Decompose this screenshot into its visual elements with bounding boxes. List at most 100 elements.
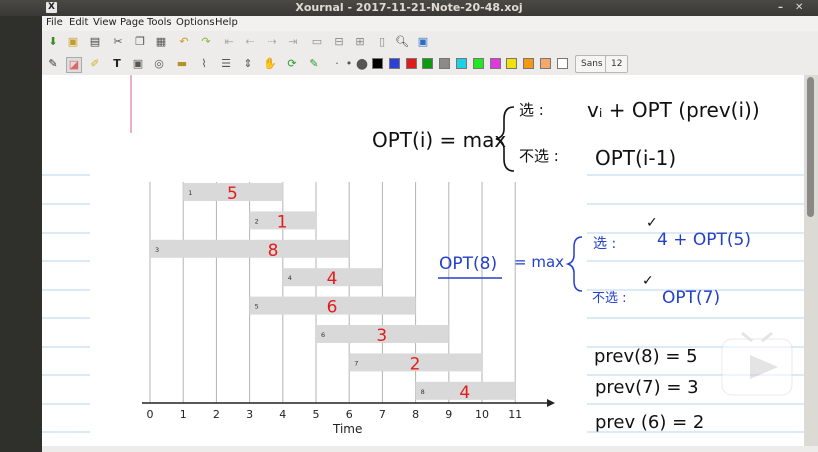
color-swatch[interactable] (556, 58, 568, 69)
default-tool-icon[interactable]: ⟳ (285, 57, 299, 71)
formula-lhs: OPT(i) = max (372, 128, 506, 152)
next-page-icon[interactable]: ⇢ (265, 35, 279, 49)
color-swatch[interactable] (489, 58, 501, 69)
prev-list: prev(8) = 5 prev(7) = 3 prev (6) = 2 (594, 346, 704, 433)
color-swatch[interactable] (456, 58, 467, 69)
pen-icon[interactable]: ✎ (46, 57, 60, 71)
zoom-out-icon[interactable]: ⊟ (332, 35, 346, 49)
menu-help[interactable]: Help (215, 17, 238, 28)
copy-icon[interactable]: ❐ (133, 35, 147, 49)
x-tick-label: 5 (313, 408, 320, 421)
rect-select-icon[interactable]: ☰ (219, 57, 233, 71)
formula-not-choose-label: 不选 : (519, 147, 559, 165)
interval-id-label: 2 (255, 217, 259, 225)
menu-edit[interactable]: Edit (69, 17, 88, 28)
formula-not-choose-expr: OPT(i-1) (595, 146, 676, 170)
medium-line-icon[interactable]: • (342, 57, 356, 71)
save-icon[interactable]: ▤ (88, 35, 102, 49)
first-page-icon[interactable]: ⇤ (222, 35, 236, 49)
color-swatch[interactable] (540, 58, 551, 69)
example-brace (565, 236, 583, 292)
status-bar (42, 446, 818, 452)
fullscreen-icon[interactable]: ▣ (416, 35, 430, 49)
color-swatch[interactable] (439, 58, 451, 69)
interval-weight-label: 4 (459, 383, 470, 403)
color-swatch[interactable] (405, 58, 417, 69)
thick-line-icon[interactable]: ● (355, 57, 369, 71)
interval-id-label: 6 (321, 331, 325, 339)
interval-weight-label: 2 (410, 354, 421, 374)
scrollbar-thumb[interactable] (807, 77, 814, 217)
search-icon[interactable]: 🔍︎ (395, 35, 409, 49)
interval-id-label: 3 (155, 246, 159, 254)
interval-id-label: 5 (255, 303, 259, 311)
shape-recognizer-icon[interactable]: ◎ (152, 57, 166, 71)
example-check-1: ✓ (646, 215, 658, 231)
color-swatch[interactable] (372, 58, 383, 69)
menu-page[interactable]: Page (120, 17, 144, 28)
color-swatch[interactable] (388, 58, 400, 69)
note-page[interactable]: 1 5 2 1 3 8 4 4 5 6 6 3 7 2 8 4 0 1 2 3 4 5 6 7 8 9 10 11 Time OPT(i… (42, 75, 804, 446)
interval-bar (150, 239, 350, 258)
play-overlay-icon[interactable] (721, 331, 793, 396)
vertical-scrollbar[interactable] (804, 75, 818, 446)
menu-bar: File Edit View Page Tools Options Help (42, 16, 818, 31)
x-axis-arrow (547, 399, 555, 407)
formula-choose-label: 选 : (519, 101, 544, 119)
menu-options[interactable]: Options (176, 17, 215, 28)
x-tick-label: 10 (475, 408, 489, 421)
new-file-icon[interactable]: ⬇ (46, 35, 60, 49)
text-tool-icon[interactable]: T (110, 57, 124, 71)
font-size-button[interactable]: 12 (605, 55, 629, 73)
open-file-icon[interactable]: ▣ (66, 35, 80, 49)
cut-icon[interactable]: ✂ (111, 35, 125, 49)
minimize-icon[interactable]: – (778, 3, 788, 13)
last-page-icon[interactable]: ⇥ (286, 35, 300, 49)
hand-tool-icon[interactable]: ✋ (263, 57, 277, 71)
redo-icon[interactable]: ↷ (199, 35, 213, 49)
color-swatch[interactable] (422, 58, 434, 69)
zoom-in-icon[interactable]: ⊞ (353, 35, 367, 49)
highlighter-icon[interactable]: ✐ (88, 57, 102, 71)
menu-tools[interactable]: Tools (147, 17, 172, 28)
menu-file[interactable]: File (46, 17, 63, 28)
x-tick-label: 7 (379, 408, 386, 421)
undo-icon[interactable]: ↶ (177, 35, 191, 49)
ruler-icon[interactable]: ▬ (175, 57, 189, 71)
image-tool-icon[interactable]: ▣ (131, 57, 145, 71)
interval-weight-label: 5 (227, 184, 238, 204)
color-swatch[interactable] (523, 58, 535, 69)
vertical-space-icon[interactable]: ⇕ (241, 57, 255, 71)
menu-view[interactable]: View (93, 17, 117, 28)
example-choose-expr: 4 + OPT(5) (657, 230, 751, 250)
color-swatch[interactable] (506, 58, 518, 69)
example-check-2: ✓ (642, 273, 654, 289)
x-tick-label: 4 (279, 408, 286, 421)
previous-page-icon[interactable]: ⇠ (243, 35, 257, 49)
font-name-button[interactable]: Sans (575, 55, 609, 73)
main-toolbar: ⬇ ▣ ▤ ✂ ❐ ▦ ↶ ↷ ⇤ ⇠ ⇢ ⇥ ▭ ⊟ ⊞ ▯ 🔍︎ ▣ (42, 31, 818, 54)
color-swatch[interactable] (472, 58, 484, 69)
example-not-choose-expr: OPT(7) (662, 288, 720, 308)
zoom-fit-icon[interactable]: ▭ (310, 35, 324, 49)
lasso-select-icon[interactable]: ⌇ (197, 57, 211, 71)
x-tick-label: 9 (445, 408, 452, 421)
recurrence-formula: OPT(i) = max 选 : vᵢ + OPT (prev(i)) 不选 :… (372, 98, 760, 172)
window-titlebar[interactable]: X Xournal - 2017-11-21-Note-20-48.xoj – … (0, 0, 818, 16)
x-tick-label: 0 (147, 408, 154, 421)
example-not-choose-label: 不选 : (592, 291, 627, 306)
interval-id-label: 8 (421, 388, 425, 396)
example-eq: = max (514, 253, 564, 271)
zoom-page-icon[interactable]: ▯ (375, 35, 389, 49)
interval-id-label: 4 (288, 274, 292, 282)
paste-icon[interactable]: ▦ (154, 35, 168, 49)
default-pen-icon[interactable]: ✎ (307, 57, 321, 71)
close-icon[interactable]: ✕ (795, 3, 805, 13)
window-title: Xournal - 2017-11-21-Note-20-48.xoj (295, 1, 523, 14)
interval-weight-label: 4 (327, 269, 338, 289)
desktop-launcher-strip (0, 16, 42, 452)
interval-weight-label: 8 (268, 241, 279, 261)
eraser-icon[interactable]: ◪ (66, 57, 82, 73)
interval-weight-label: 6 (327, 298, 338, 318)
x-axis-title: Time (332, 422, 362, 436)
